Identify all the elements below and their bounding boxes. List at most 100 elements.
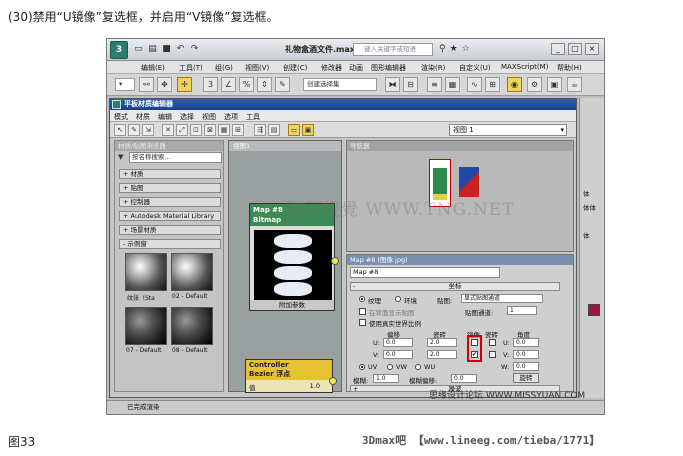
render-setup-icon[interactable]: ⚙ (527, 77, 542, 92)
percent-snap-icon[interactable]: % (239, 77, 254, 92)
show-map-icon[interactable]: ⊠ (204, 124, 216, 136)
view-dropdown[interactable]: 视图 1 (449, 124, 567, 136)
parameter-editor-icon[interactable]: ⚏ (288, 124, 300, 136)
schematic-view-icon[interactable]: ⊞ (485, 77, 500, 92)
bitmap-node-footer[interactable]: 附加参数 (250, 300, 334, 310)
category-autodesk-library[interactable]: + Autodesk Material Library (119, 211, 221, 221)
show-on-back-checkbox[interactable] (359, 308, 366, 315)
vw-radio[interactable] (387, 364, 393, 370)
select-link-icon[interactable]: ⚯ (139, 77, 154, 92)
category-maps[interactable]: + 贴图 (119, 183, 221, 193)
menu-group[interactable]: 组(G) (215, 63, 233, 73)
rendered-frame-icon[interactable]: ▣ (547, 77, 562, 92)
coordinates-rollout[interactable]: - 坐标 (350, 282, 560, 291)
slate-menu-view[interactable]: 视图 (202, 112, 216, 122)
category-controllers[interactable]: + 控制器 (119, 197, 221, 207)
v-angle-spinner[interactable]: 0.0 (513, 350, 539, 359)
slate-menu-material[interactable]: 材质 (136, 112, 150, 122)
node-view[interactable]: 视图1 Map #8 Bitmap 附加参数 Controller Bezier… (228, 140, 342, 393)
browser-search-input[interactable]: 按名称搜索... (129, 152, 222, 163)
ribbon-icon[interactable]: ▦ (445, 77, 460, 92)
maximize-button[interactable]: □ (568, 43, 582, 55)
angle-snap-icon[interactable]: ∠ (221, 77, 236, 92)
minimize-button[interactable]: _ (551, 43, 565, 55)
view-tab[interactable]: 视图1 (229, 141, 341, 151)
select-by-material-icon[interactable]: ▣ (302, 124, 314, 136)
select-tool-icon[interactable]: ↖ (114, 124, 126, 136)
u-tiling-spinner[interactable]: 2.0 (427, 338, 457, 347)
undo-icon[interactable]: ↶ (175, 44, 186, 55)
help-search-input[interactable]: 键入关键字或短语 (353, 43, 433, 56)
menu-maxscript[interactable]: MAXScript(M) (501, 63, 548, 71)
slate-menu-modes[interactable]: 模式 (114, 112, 128, 122)
object-color-swatch[interactable] (588, 304, 600, 316)
menu-tools[interactable]: 工具(T) (179, 63, 203, 73)
real-world-checkbox[interactable] (359, 319, 366, 326)
put-material-icon[interactable]: ⇲ (142, 124, 154, 136)
menu-animation[interactable]: 动画 (349, 63, 363, 73)
mirror-icon[interactable]: ⧓ (385, 77, 400, 92)
slate-menu-utilities[interactable]: 工具 (246, 112, 260, 122)
blur-offset-spinner[interactable]: 0.0 (451, 374, 477, 383)
menu-modifiers[interactable]: 修改器 (321, 63, 342, 73)
redo-icon[interactable]: ↷ (189, 44, 200, 55)
slate-menu-select[interactable]: 选择 (180, 112, 194, 122)
blur-spinner[interactable]: 1.0 (373, 374, 399, 383)
mapping-dropdown[interactable]: 显式贴图通道 (461, 294, 543, 303)
u-angle-spinner[interactable]: 0.0 (513, 338, 539, 347)
sample-slot-thumbnail[interactable] (125, 307, 167, 345)
hide-unused-icon[interactable]: ⊡ (190, 124, 202, 136)
category-sample-slots[interactable]: - 示例窗 (119, 239, 221, 249)
close-button[interactable]: × (585, 43, 599, 55)
menu-create[interactable]: 创建(C) (283, 63, 307, 73)
u-offset-spinner[interactable]: 0.0 (383, 338, 413, 347)
layout-children-icon[interactable]: ⇶ (254, 124, 266, 136)
named-selection-icon[interactable]: ✎ (275, 77, 290, 92)
layout-all-icon[interactable]: ⊞ (232, 124, 244, 136)
save-file-icon[interactable]: ■ (161, 44, 172, 55)
menu-customize[interactable]: 自定义(U) (459, 63, 491, 73)
move-children-icon[interactable]: ⤢ (176, 124, 188, 136)
show-background-icon[interactable]: ▦ (218, 124, 230, 136)
menu-graph-editors[interactable]: 图形编辑器 (371, 63, 406, 73)
environ-radio[interactable] (395, 296, 401, 302)
channel-spinner[interactable]: 1 (507, 306, 537, 315)
menu-rendering[interactable]: 渲染(R) (421, 63, 445, 73)
u-tile-checkbox[interactable] (489, 339, 496, 346)
menu-views[interactable]: 视图(V) (245, 63, 269, 73)
texture-radio[interactable] (359, 296, 365, 302)
infocenter-icons[interactable]: ⚲★☆ (439, 44, 474, 54)
material-editor-icon[interactable]: ◉ (507, 77, 522, 92)
output-socket[interactable] (329, 377, 337, 385)
select-object-icon[interactable]: ✥ (157, 77, 172, 92)
category-scene-materials[interactable]: + 场景材质 (119, 225, 221, 235)
filter-icon[interactable]: ▼ (118, 153, 123, 161)
v-tile-checkbox[interactable] (489, 351, 496, 358)
pick-material-icon[interactable]: ✎ (128, 124, 140, 136)
sample-slot-thumbnail[interactable] (125, 253, 167, 291)
spinner-snap-icon[interactable]: ⇕ (257, 77, 272, 92)
menu-help[interactable]: 帮助(H) (557, 63, 582, 73)
layer-manager-icon[interactable]: ≡ (427, 77, 442, 92)
open-file-icon[interactable]: ▤ (147, 44, 158, 55)
v-tiling-spinner[interactable]: 2.0 (427, 350, 457, 359)
uv-radio[interactable] (359, 364, 365, 370)
controller-node[interactable]: Controller Bezier 浮点 值 1.0 (245, 359, 333, 393)
rotate-button[interactable]: 旋转 (513, 373, 539, 383)
select-move-icon[interactable]: ✛ (177, 77, 192, 92)
v-offset-spinner[interactable]: 0.0 (383, 350, 413, 359)
map-name-field[interactable]: Map #8 (350, 267, 500, 278)
render-production-icon[interactable]: ☕ (567, 77, 582, 92)
app-logo-icon[interactable]: 3 (110, 41, 128, 59)
sample-slot-thumbnail[interactable] (171, 307, 213, 345)
menu-edit[interactable]: 编辑(E) (141, 63, 165, 73)
category-materials[interactable]: + 材质 (119, 169, 221, 179)
delete-selected-icon[interactable]: ✕ (162, 124, 174, 136)
selection-set-dropdown[interactable]: 创建选择集 (303, 78, 377, 91)
output-socket[interactable] (331, 257, 339, 265)
w-angle-spinner[interactable]: 0.0 (513, 362, 539, 371)
snap-3d-icon[interactable]: 3 (203, 77, 218, 92)
new-file-icon[interactable]: ▭ (133, 44, 144, 55)
slate-menu-edit[interactable]: 编辑 (158, 112, 172, 122)
undo-dropdown[interactable]: ▾ (115, 78, 135, 91)
